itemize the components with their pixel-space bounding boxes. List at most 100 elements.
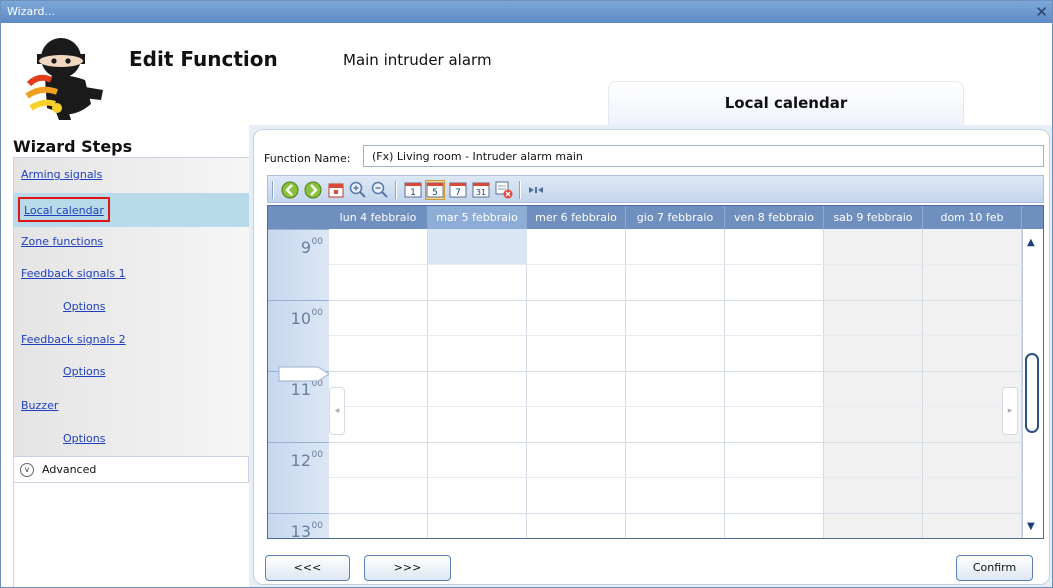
tab-local-calendar: Local calendar (608, 81, 964, 125)
step-arming-signals[interactable]: Arming signals (21, 168, 102, 181)
close-icon[interactable]: ✕ (1035, 3, 1048, 21)
half-hour-line (329, 477, 1022, 478)
wizard-steps-list: Arming signals Local calendar Zone funct… (13, 157, 249, 457)
step-zone-functions[interactable]: Zone functions (21, 235, 103, 248)
compress-icon[interactable] (526, 180, 546, 200)
step-buzzer-options[interactable]: Options (63, 432, 105, 445)
back-button[interactable]: <<< (265, 555, 350, 581)
hour-line (329, 300, 1022, 301)
half-hour-line (329, 264, 1022, 265)
hour-line (329, 371, 1022, 372)
day-column-weekend[interactable] (824, 229, 923, 538)
header: Edit Function Main intruder alarm Local … (1, 23, 1052, 125)
hour-line (329, 442, 1022, 443)
day-column[interactable] (428, 229, 527, 538)
day-view-icon[interactable]: 1 (403, 180, 423, 200)
page-title: Edit Function (129, 47, 278, 71)
current-time-marker-icon (278, 366, 330, 382)
wizard-window: Wizard... ✕ Edit Function Main intruder … (0, 0, 1053, 588)
svg-text:1: 1 (410, 188, 416, 198)
half-hour-line (329, 406, 1022, 407)
scroll-header-spacer (1022, 206, 1043, 229)
sidebar-empty-area (13, 483, 249, 587)
page-subtitle: Main intruder alarm (343, 51, 492, 69)
selected-step-outline (18, 197, 110, 222)
next-button[interactable]: >>> (364, 555, 451, 581)
calendar-grid: lun 4 febbraio mar 5 febbraio mer 6 febb… (267, 205, 1044, 539)
day-column[interactable] (527, 229, 626, 538)
vertical-scrollbar[interactable]: ▲ ▼ (1022, 229, 1043, 538)
previous-appointment-button[interactable]: ◂ (329, 387, 345, 435)
step-feedback-signals-2[interactable]: Feedback signals 2 (21, 333, 126, 346)
day-header[interactable]: dom 10 feb (923, 206, 1022, 229)
function-name-input[interactable]: (Fx) Living room - Intruder alarm main (363, 145, 1044, 167)
next-appointment-button[interactable]: ▸ (1002, 387, 1018, 435)
step-feedback-1-options[interactable]: Options (63, 300, 105, 313)
chevron-down-icon: v (20, 463, 34, 477)
scroll-up-icon[interactable]: ▲ (1027, 237, 1035, 248)
selected-time-slot[interactable] (428, 229, 527, 264)
calendar-toolbar: 1 5 7 31 (267, 175, 1044, 203)
week-view-icon[interactable]: 7 (448, 180, 468, 200)
day-header[interactable]: ven 8 febbraio (725, 206, 824, 229)
hour-line (329, 513, 1022, 514)
step-feedback-2-options[interactable]: Options (63, 365, 105, 378)
day-header-selected[interactable]: mar 5 febbraio (428, 206, 527, 229)
svg-text:31: 31 (476, 188, 486, 197)
minute-label: 00 (311, 237, 323, 247)
minute-label: 00 (311, 450, 323, 460)
calendar-panel: Function Name: (Fx) Living room - Intrud… (253, 129, 1050, 585)
day-column[interactable] (329, 229, 428, 538)
day-header[interactable]: sab 9 febbraio (824, 206, 923, 229)
half-hour-line (329, 335, 1022, 336)
svg-text:5: 5 (432, 188, 438, 198)
toolbar-separator (395, 181, 397, 199)
function-name-label: Function Name: (264, 152, 351, 165)
scrollbar-thumb[interactable] (1025, 353, 1039, 433)
step-buzzer[interactable]: Buzzer (21, 399, 58, 412)
month-view-icon[interactable]: 31 (471, 180, 491, 200)
svg-text:7: 7 (455, 188, 461, 198)
scroll-down-icon[interactable]: ▼ (1027, 521, 1035, 532)
wizard-steps-title: Wizard Steps (13, 137, 133, 156)
window-title: Wizard... (7, 5, 56, 18)
go-forward-icon[interactable] (303, 180, 323, 200)
hour-label: 9 (300, 238, 311, 257)
calendar-corner (268, 206, 329, 229)
zoom-in-icon[interactable] (348, 180, 368, 200)
time-column: 9 00 10 00 11 00 12 00 13 00 (268, 229, 330, 539)
go-back-icon[interactable] (280, 180, 300, 200)
day-header[interactable]: lun 4 febbraio (329, 206, 428, 229)
hour-slot: 9 00 (268, 229, 329, 300)
minute-label: 00 (311, 308, 323, 318)
hour-label: 12 (290, 451, 311, 470)
toolbar-separator (272, 181, 274, 199)
step-feedback-signals-1[interactable]: Feedback signals 1 (21, 267, 126, 280)
hour-label: 10 (290, 309, 311, 328)
day-header[interactable]: mer 6 febbraio (527, 206, 626, 229)
wizard-steps-sidebar: Wizard Steps Arming signals Local calend… (1, 123, 249, 587)
confirm-button[interactable]: Confirm (956, 555, 1033, 581)
today-icon[interactable] (326, 180, 346, 200)
hour-slot: 12 00 (268, 442, 329, 513)
hour-slot: 13 00 (268, 513, 329, 539)
intruder-alarm-logo-icon (25, 38, 103, 120)
work-week-view-icon[interactable]: 5 (425, 180, 445, 200)
time-slot-grid[interactable]: ◂ ▸ (329, 229, 1022, 538)
toolbar-separator (519, 181, 521, 199)
title-bar: Wizard... ✕ (1, 1, 1052, 23)
tab-label: Local calendar (724, 94, 848, 112)
day-column-weekend[interactable] (923, 229, 1022, 538)
main-content: Function Name: (Fx) Living room - Intrud… (249, 125, 1052, 587)
day-column[interactable] (725, 229, 824, 538)
hour-label: 13 (290, 522, 311, 539)
advanced-toggle[interactable]: v Advanced (13, 457, 249, 483)
zoom-out-icon[interactable] (370, 180, 390, 200)
hour-slot: 10 00 (268, 300, 329, 371)
minute-label: 00 (311, 521, 323, 531)
hour-label: 11 (290, 380, 311, 399)
day-column[interactable] (626, 229, 725, 538)
advanced-label: Advanced (42, 463, 97, 476)
day-header[interactable]: gio 7 febbraio (626, 206, 725, 229)
delete-event-icon[interactable] (494, 180, 514, 200)
